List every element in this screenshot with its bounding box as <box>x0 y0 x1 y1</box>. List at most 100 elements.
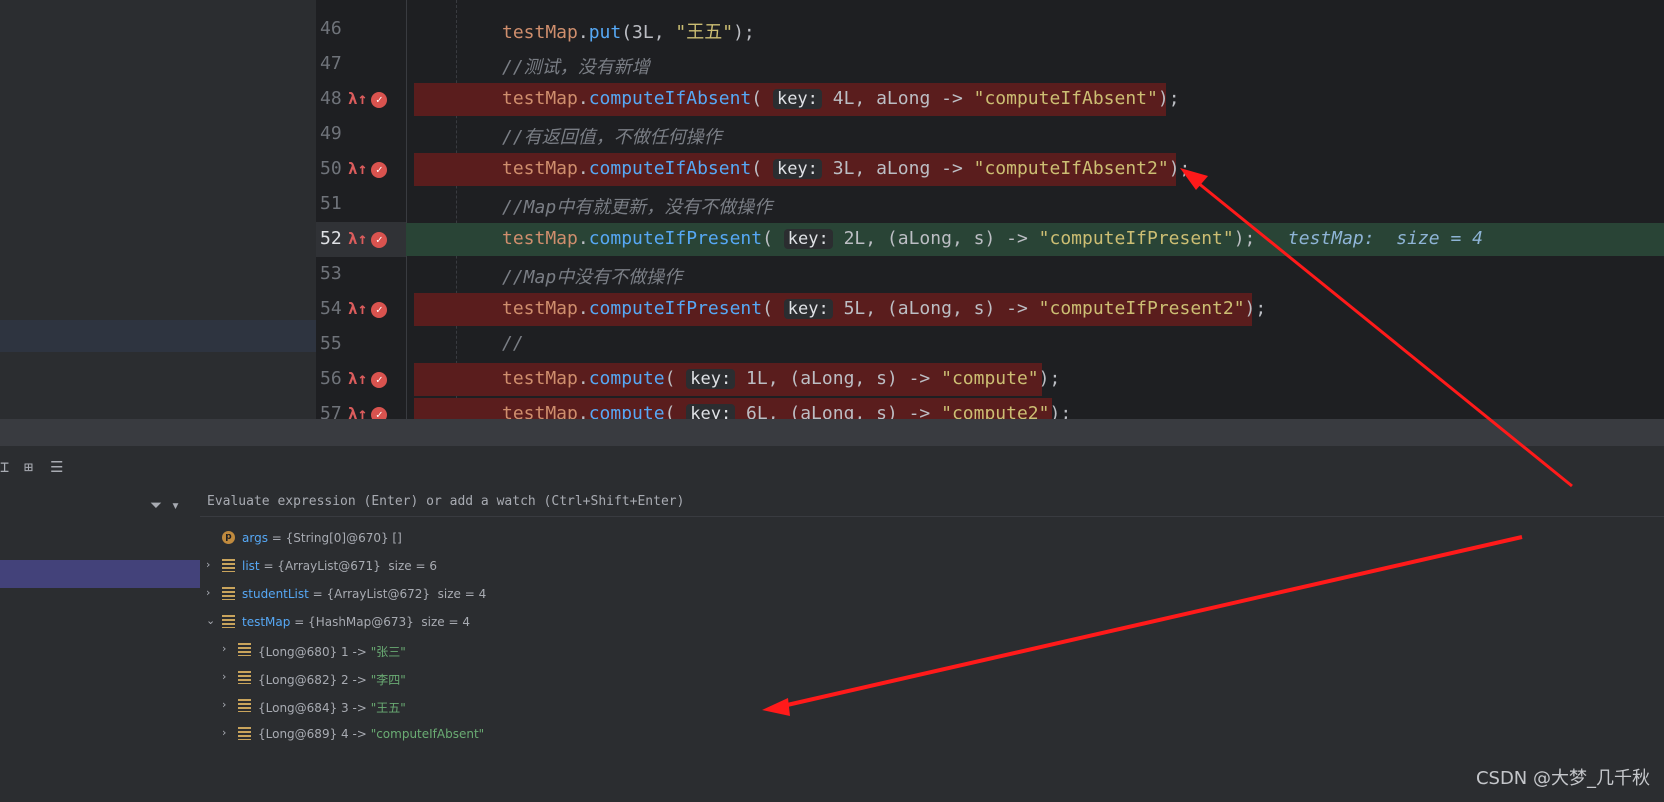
expand-arrow-icon[interactable]: › <box>222 726 234 739</box>
code-line[interactable]: λ↑ ✓ 57 testMap.compute( key: 6L, (aLong, s… <box>0 397 1664 419</box>
expand-arrow-icon[interactable]: › <box>222 698 234 711</box>
table-view-icon[interactable]: ⊞ <box>24 458 33 476</box>
code-text: testMap.computeIfPresent( key: 2L, (aLon… <box>502 228 1483 249</box>
code-line[interactable]: 55 // <box>0 327 1664 362</box>
code-token: . <box>577 228 589 249</box>
field-icon <box>222 587 235 600</box>
code-text: testMap.compute( key: 1L, (aLong, s) -> … <box>502 368 1060 389</box>
debug-toolbar: ⌶ ⊞ ☰ <box>0 446 1664 488</box>
code-token: ); <box>733 22 755 43</box>
panel-splitter[interactable] <box>0 419 1664 446</box>
code-token: ( <box>751 88 773 109</box>
code-token: ( <box>664 368 687 389</box>
variable-value: = {String[0]@670} [] <box>267 531 402 545</box>
expand-arrow-icon[interactable]: ⌄ <box>206 614 218 627</box>
entry-value: "王五" <box>370 701 406 715</box>
variable-text: args = {String[0]@670} [] <box>242 531 402 545</box>
variable-value: = {ArrayList@671} size = 6 <box>259 559 437 573</box>
code-token: 5L, (aLong, s) -> <box>832 298 1039 319</box>
code-token: // <box>502 333 524 354</box>
code-token: computeIfPresent <box>588 228 763 249</box>
variable-text: list = {ArrayList@671} size = 6 <box>242 559 437 573</box>
code-line[interactable]: 51 //Map中有就更新，没有不做操作 <box>0 187 1664 222</box>
entry-text: {Long@689} 4 -> "computeIfAbsent" <box>258 727 484 741</box>
entry-text: {Long@684} 3 -> "王五" <box>258 699 406 716</box>
code-token: computeIfAbsent <box>588 158 752 179</box>
entry-text: {Long@680} 1 -> "张三" <box>258 643 406 660</box>
entry-value: "computeIfAbsent" <box>370 727 485 741</box>
code-token: computeIfPresent <box>588 298 763 319</box>
line-number: 47 <box>320 53 342 74</box>
field-icon <box>238 643 251 656</box>
code-token: testMap <box>502 228 578 249</box>
field-icon <box>238 699 251 712</box>
expand-arrow-icon[interactable]: › <box>206 586 218 599</box>
code-text: //有返回值，不做任何操作 <box>502 123 722 149</box>
code-token: "computeIfAbsent" <box>973 88 1158 109</box>
code-token: ( <box>762 298 784 319</box>
code-line[interactable]: 47 //测试，没有新增 <box>0 47 1664 82</box>
code-text: // <box>502 333 524 354</box>
line-number: 50 <box>320 158 342 179</box>
code-token: "computeIfPresent2" <box>1038 298 1245 319</box>
line-number: 57 <box>320 403 342 419</box>
code-line[interactable]: λ↑ ✓ 50 testMap.computeIfAbsent( key: 3L, a… <box>0 152 1664 187</box>
code-token: testMap <box>502 368 578 389</box>
evaluate-expression-input[interactable]: Evaluate expression (Enter) or add a wat… <box>200 488 1664 517</box>
variable-value: = {HashMap@673} size = 4 <box>290 615 471 629</box>
code-token: ); <box>1049 403 1072 419</box>
field-icon <box>222 615 235 628</box>
selected-frame[interactable] <box>0 560 200 588</box>
code-line[interactable]: 53 //Map中没有不做操作 <box>0 257 1664 292</box>
field-icon <box>238 671 251 684</box>
evaluate-placeholder: Evaluate expression (Enter) or add a wat… <box>207 494 685 509</box>
code-line[interactable]: λ↑ ✓ 52 testMap.computeIfPresent( key: 2L, … <box>0 222 1664 257</box>
field-icon <box>222 559 235 572</box>
variable-text: studentList = {ArrayList@672} size = 4 <box>242 587 486 601</box>
code-token: ); <box>1233 228 1288 249</box>
line-number: 54 <box>320 298 342 319</box>
variable-name: list <box>242 559 260 573</box>
code-line[interactable]: 49 //有返回值，不做任何操作 <box>0 117 1664 152</box>
code-line[interactable]: λ↑ ✓ 48 testMap.computeIfAbsent( key: 4L, a… <box>0 82 1664 117</box>
code-token: "compute" <box>941 368 1039 389</box>
code-token: //测试，没有新增 <box>502 57 650 78</box>
entry-value: "张三" <box>370 645 406 659</box>
code-token: ); <box>1168 158 1191 179</box>
expand-arrow-icon[interactable]: › <box>222 670 234 683</box>
line-number: 49 <box>320 123 342 144</box>
variable-name: testMap <box>242 615 291 629</box>
code-text: testMap.put(3L, "王五"); <box>502 18 755 44</box>
parameter-hint: key: <box>772 159 822 179</box>
expand-arrow-icon[interactable]: › <box>206 558 218 571</box>
code-editor[interactable]: 46 testMap.put(3L, "王五"); 47 //测试，没有新增 λ↑ ✓ 48… <box>0 0 1664 419</box>
code-text: testMap.computeIfAbsent( key: 4L, aLong … <box>502 88 1180 109</box>
code-token: 4L, aLong -> <box>821 88 974 109</box>
code-token: . <box>577 403 589 419</box>
line-number: 55 <box>320 333 342 354</box>
cursor-icon[interactable]: ⌶ <box>0 458 9 476</box>
code-token: . <box>577 368 589 389</box>
code-token: "王五" <box>675 22 734 43</box>
filter-icon[interactable]: ⏷ ▾ <box>150 496 180 514</box>
code-token: //有返回值，不做任何操作 <box>502 127 722 148</box>
code-line[interactable]: 46 testMap.put(3L, "王五"); <box>0 12 1664 47</box>
line-number: 52 <box>320 228 342 249</box>
code-line[interactable]: λ↑ ✓ 56 testMap.compute( key: 1L, (aLong, s… <box>0 362 1664 397</box>
line-number: 56 <box>320 368 342 389</box>
expand-arrow-icon[interactable]: › <box>222 642 234 655</box>
code-token: testMap <box>502 403 578 419</box>
parameter-hint: key: <box>686 369 736 389</box>
code-token: computeIfAbsent <box>588 88 752 109</box>
code-text: testMap.computeIfPresent( key: 5L, (aLon… <box>502 298 1266 319</box>
layout-settings-icon[interactable]: ☰ <box>50 458 63 476</box>
parameter-hint: key: <box>783 229 833 249</box>
entry-text: {Long@682} 2 -> "李四" <box>258 671 406 688</box>
code-line[interactable]: λ↑ ✓ 54 testMap.computeIfPresent( key: 5L, … <box>0 292 1664 327</box>
variable-name: studentList <box>242 587 309 601</box>
debug-panel: ⌶ ⊞ ☰ ⏷ ▾ Evaluate expression (Enter) or… <box>0 446 1664 802</box>
code-token: compute <box>588 368 665 389</box>
code-token: (3L, <box>621 22 676 43</box>
code-token: ( <box>664 403 687 419</box>
code-token: 6L, (aLong, s) -> <box>735 403 942 419</box>
